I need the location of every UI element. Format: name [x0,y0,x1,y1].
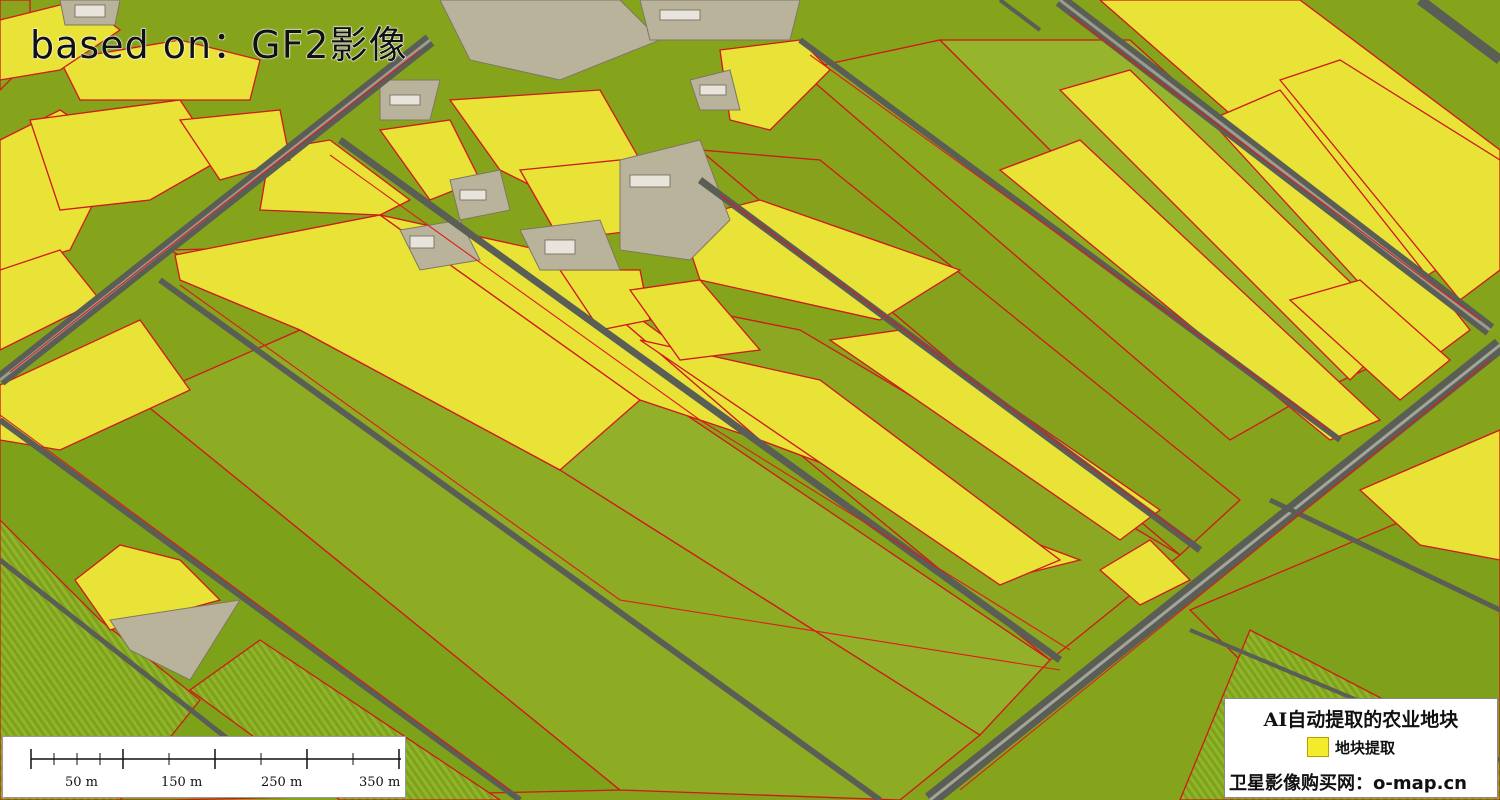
scale-label-2: 150 m [161,775,203,790]
satellite-map[interactable] [0,0,1500,800]
scale-bar: 50 m 150 m 250 m 350 m [2,736,406,798]
scale-label-3: 250 m [261,775,303,790]
map-title: based on：GF2影像 [30,23,408,68]
legend-label-parcel: 地块提取 [1335,739,1396,757]
scale-label-4: 350 m [359,775,401,790]
scale-label-1: 50 m [65,775,99,790]
legend-footer: 卫星影像购买网：o-map.cn [1229,773,1467,794]
map-legend: AI自动提取的农业地块 地块提取 卫星影像购买网：o-map.cn [1224,698,1498,798]
scale-bar-graphic [30,749,401,769]
legend-swatch-parcel [1307,737,1329,757]
legend-title: AI自动提取的农业地块 [1263,709,1459,731]
